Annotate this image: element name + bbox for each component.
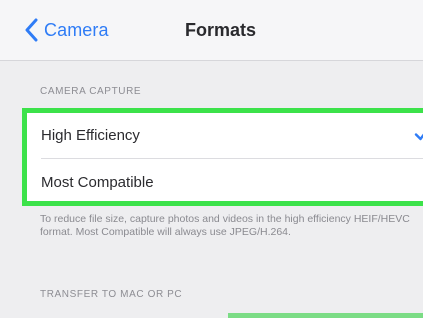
option-label: High Efficiency (41, 126, 140, 144)
option-label: Most Compatible (41, 173, 154, 191)
navigation-bar: Camera Formats (0, 0, 423, 61)
format-description: To reduce file size, capture photos and … (40, 213, 410, 238)
formats-screen: Camera Formats CAMERA CAPTURE High Effic… (0, 0, 423, 318)
option-high-efficiency[interactable]: High Efficiency (27, 113, 423, 157)
transfer-header: TRANSFER TO MAC OR PC (40, 289, 183, 300)
camera-capture-header: CAMERA CAPTURE (40, 86, 142, 97)
option-divider (41, 158, 423, 159)
option-most-compatible[interactable]: Most Compatible (27, 160, 423, 204)
format-options-group: High Efficiency Most Compatible (22, 108, 423, 206)
highlight-edge (228, 313, 423, 318)
page-title: Formats (184, 20, 256, 40)
checkmark-icon (413, 125, 423, 143)
